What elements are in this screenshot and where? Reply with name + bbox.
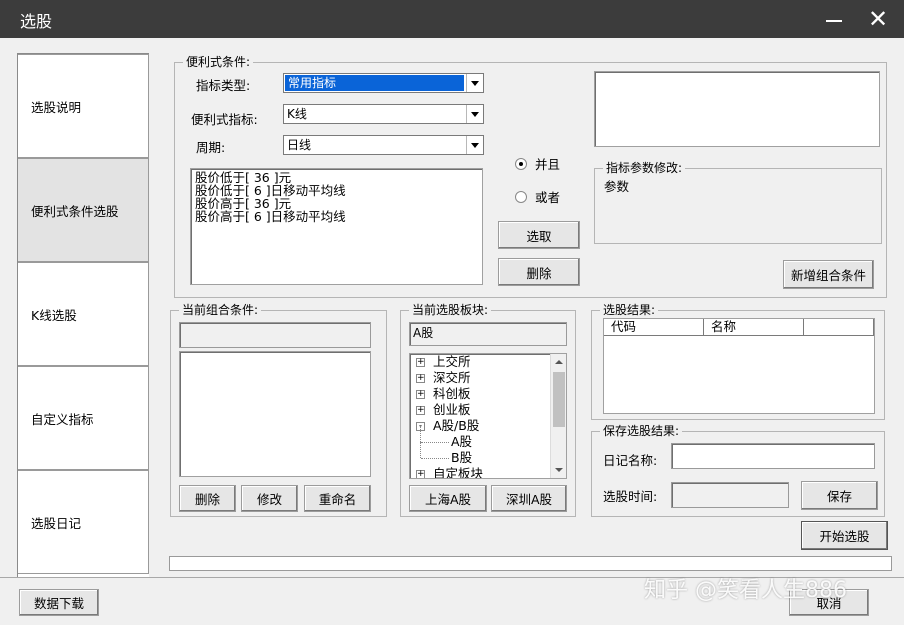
radio-and[interactable]: 并且 [515, 154, 560, 173]
combo-modify-button[interactable]: 修改 [241, 485, 298, 512]
delete-condition-button[interactable]: 删除 [498, 258, 580, 286]
results-grid[interactable]: 代码 名称 [603, 318, 875, 414]
tree-node-label: 创业板 [433, 402, 471, 417]
nav-item-custom-indicator[interactable]: 自定义指标 [18, 366, 149, 470]
tree-scrollbar[interactable] [550, 354, 566, 478]
nav-item-label: K线选股 [31, 307, 77, 323]
nav-item-label: 自定义指标 [31, 411, 94, 427]
add-combo-button[interactable]: 新增组合条件 [783, 260, 874, 289]
block-group-label: 当前选股板块: [409, 303, 492, 317]
progress-bar [169, 556, 892, 571]
tree-node-label: A股 [451, 434, 473, 449]
combo-list[interactable] [179, 351, 371, 477]
chevron-down-icon[interactable] [466, 74, 483, 92]
column-header-name[interactable]: 名称 [704, 319, 804, 336]
current-block-value: A股 [413, 326, 434, 340]
indicator-select[interactable]: K线 [283, 104, 484, 124]
nav-item-diary[interactable]: 选股日记 [18, 470, 149, 574]
indicator-type-value: 常用指标 [285, 75, 464, 91]
conditions-group-label: 便利式条件: [183, 55, 254, 69]
select-time-label: 选股时间: [603, 489, 658, 504]
condition-list[interactable]: 股价低于[ 36 ]元 股价低于[ 6 ]日移动平均线 股价高于[ 36 ]元 … [190, 168, 483, 285]
diary-name-input[interactable] [671, 443, 875, 469]
nav-panel: 选股说明 便利式条件选股 K线选股 自定义指标 选股日记 [17, 53, 149, 577]
param-group-label: 指标参数修改: [603, 161, 686, 175]
condition-line[interactable]: 股价高于[ 6 ]日移动平均线 [191, 210, 482, 223]
nav-item-label: 选股日记 [31, 515, 82, 531]
tree-node-label: 自定板块 [433, 466, 484, 479]
radio-and-label: 并且 [535, 157, 561, 172]
nav-item-label: 选股说明 [31, 99, 82, 115]
combo-name-field [179, 322, 371, 348]
combo-group-label: 当前组合条件: [179, 303, 262, 317]
expand-icon[interactable]: + [416, 374, 425, 383]
save-button[interactable]: 保存 [801, 481, 878, 510]
tree-line [421, 442, 449, 443]
period-value: 日线 [287, 138, 312, 152]
tree-node-label: 上交所 [433, 354, 471, 369]
tree-node-label: A股/B股 [433, 418, 480, 433]
nav-item-help[interactable]: 选股说明 [18, 54, 149, 158]
combo-delete-button[interactable]: 删除 [179, 485, 236, 512]
tree-line [421, 458, 449, 459]
title-bar: 选股 ✕ [0, 0, 904, 38]
close-button[interactable]: ✕ [858, 4, 898, 34]
nav-item-label: 便利式条件选股 [31, 203, 119, 219]
select-time-field [671, 482, 789, 508]
cancel-button[interactable]: 取消 [789, 589, 869, 616]
indicator-type-select[interactable]: 常用指标 [283, 73, 484, 93]
current-block-field: A股 [409, 322, 567, 346]
period-label: 周期: [196, 140, 226, 155]
tree-node-label: B股 [451, 450, 473, 465]
tree-node-label: 深交所 [433, 370, 471, 385]
block-tree[interactable]: + 上交所 + 深交所 + 科创板 + 创业板 - A股/B股 A股 B股 + … [409, 353, 567, 479]
tree-line [420, 442, 421, 458]
radio-and-indicator [515, 157, 527, 170]
minimize-button[interactable] [814, 4, 854, 34]
param-text: 参数 [604, 179, 630, 194]
radio-or-indicator [515, 190, 527, 203]
param-group: 指标参数修改: 参数 [594, 161, 882, 244]
results-group-label: 选股结果: [600, 303, 659, 317]
chevron-down-icon[interactable] [466, 105, 483, 123]
scroll-up-icon[interactable] [555, 360, 563, 364]
indicator-description-box [594, 71, 880, 147]
expand-icon[interactable]: + [416, 470, 425, 478]
nav-item-kline[interactable]: K线选股 [18, 262, 149, 366]
radio-or[interactable]: 或者 [515, 187, 560, 206]
window-title: 选股 [20, 12, 53, 31]
shanghai-a-button[interactable]: 上海A股 [409, 485, 487, 512]
scroll-thumb[interactable] [553, 372, 565, 427]
chevron-down-icon[interactable] [466, 136, 483, 154]
column-header-code[interactable]: 代码 [604, 319, 704, 336]
close-icon: ✕ [867, 5, 889, 33]
tree-node-label: 科创板 [433, 386, 471, 401]
indicator-label: 便利式指标: [191, 112, 258, 127]
indicator-type-label: 指标类型: [196, 78, 251, 93]
bottom-bar [0, 577, 904, 625]
column-header-empty[interactable] [804, 319, 874, 336]
combo-rename-button[interactable]: 重命名 [304, 485, 371, 512]
expand-icon[interactable]: + [416, 406, 425, 415]
period-select[interactable]: 日线 [283, 135, 484, 155]
nav-item-convenient[interactable]: 便利式条件选股 [18, 158, 149, 262]
start-selection-button[interactable]: 开始选股 [801, 521, 888, 550]
shenzhen-a-button[interactable]: 深圳A股 [491, 485, 567, 512]
expand-icon[interactable]: + [416, 390, 425, 399]
select-button[interactable]: 选取 [498, 221, 580, 249]
indicator-value: K线 [287, 107, 307, 121]
expand-icon[interactable]: + [416, 358, 425, 367]
scroll-down-icon[interactable] [555, 468, 563, 472]
data-download-button[interactable]: 数据下载 [19, 589, 99, 616]
diary-name-label: 日记名称: [603, 453, 658, 468]
save-group-label: 保存选股结果: [600, 424, 683, 438]
radio-or-label: 或者 [535, 190, 561, 205]
